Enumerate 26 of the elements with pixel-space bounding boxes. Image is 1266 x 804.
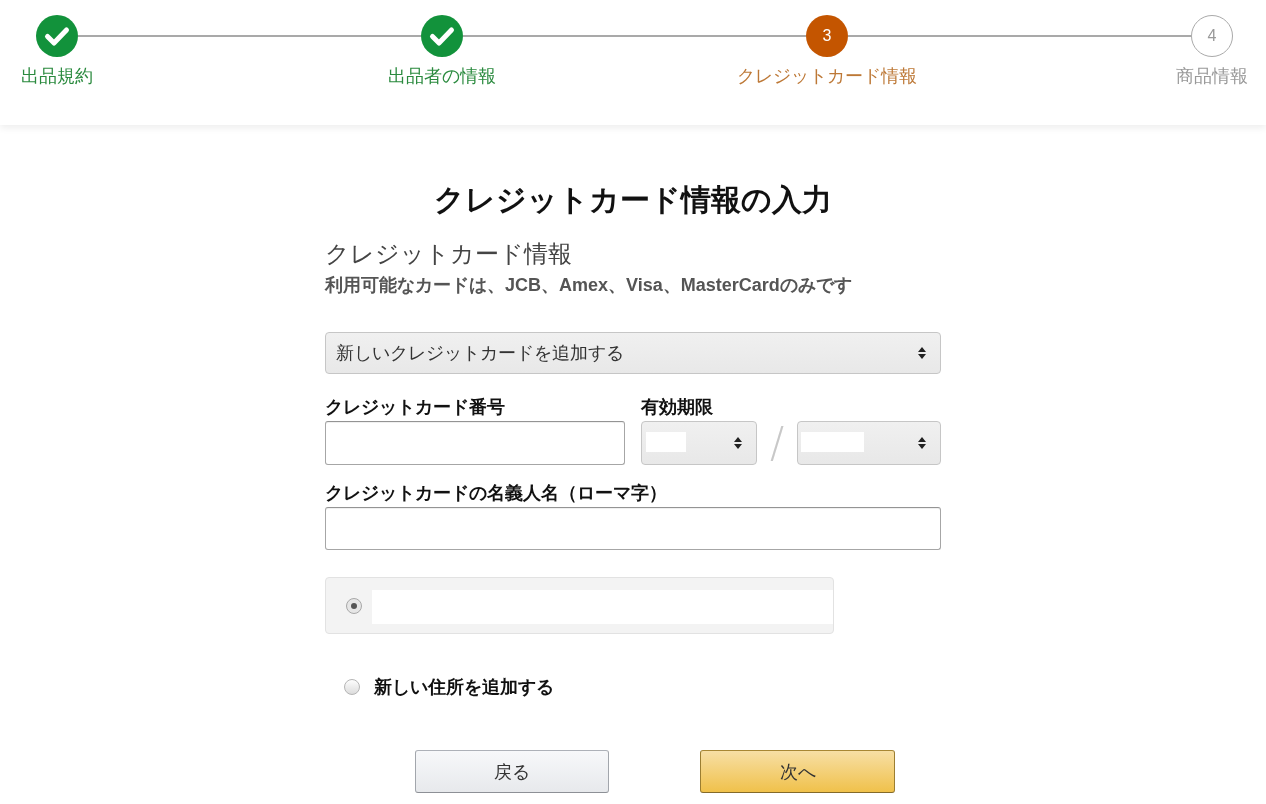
section-heading: クレジットカード情報 [325, 240, 572, 268]
date-separator: / [769, 421, 785, 465]
field-label: クレジットカードの名義人名（ローマ字） [325, 483, 667, 503]
step-number: 4 [1191, 15, 1233, 57]
month-select[interactable] [641, 421, 757, 465]
accepted-cards-note: 利用可能なカードは、JCB、Amex、Visa、MasterCardのみです [325, 274, 852, 296]
step-label: 商品情報 [1176, 65, 1248, 88]
step-label: 出品規約 [21, 65, 93, 88]
field-label: クレジットカード番号 [325, 397, 505, 417]
page-title: クレジットカード情報の入力 [434, 182, 832, 218]
back-button[interactable]: 戻る [415, 750, 609, 793]
radio-button[interactable] [344, 679, 360, 695]
year-select[interactable] [797, 421, 941, 465]
radio-label[interactable]: 新しい住所を追加する [374, 677, 554, 697]
radio-button[interactable] [346, 597, 362, 614]
cardholder-name-input[interactable] [325, 507, 941, 550]
step-number: 3 [806, 15, 848, 57]
card-number-input[interactable] [325, 421, 625, 465]
step-label: クレジットカード情報 [737, 65, 917, 88]
step-label: 出品者の情報 [388, 65, 496, 88]
field-label: 有効期限 [641, 397, 713, 417]
card-select[interactable]: 新しいクレジットカードを追加する [325, 332, 941, 374]
up-down-arrows-icon [918, 347, 926, 359]
up-down-arrows-icon [734, 437, 742, 449]
next-button[interactable]: 次へ [700, 750, 895, 793]
up-down-arrows-icon [918, 437, 926, 449]
